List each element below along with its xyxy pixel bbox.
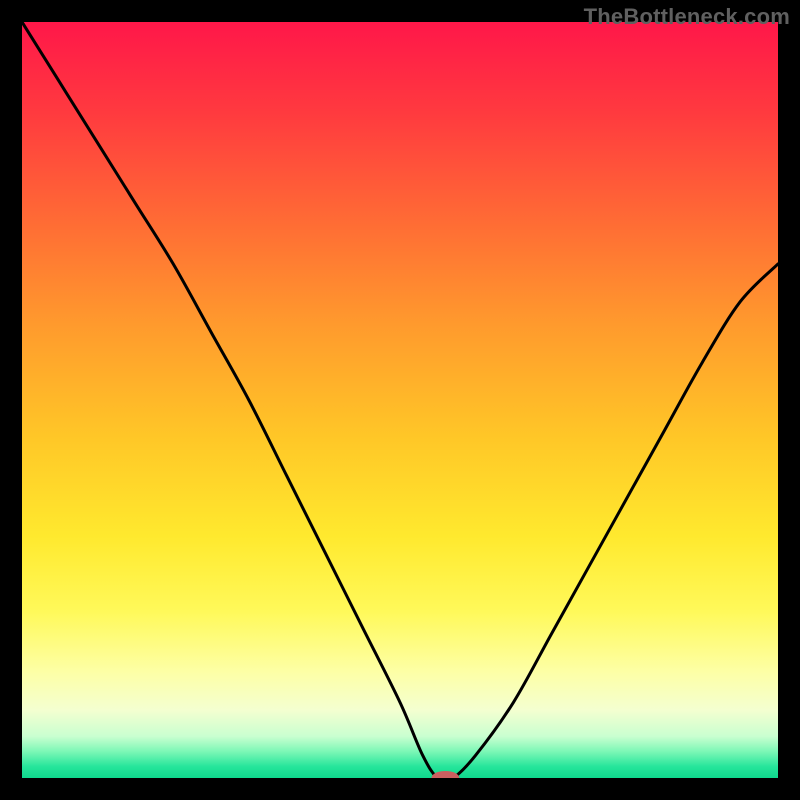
plot-area [22, 22, 778, 778]
watermark-text: TheBottleneck.com [584, 4, 790, 30]
gradient-background [22, 22, 778, 778]
chart-frame: TheBottleneck.com [0, 0, 800, 800]
bottleneck-chart [22, 22, 778, 778]
